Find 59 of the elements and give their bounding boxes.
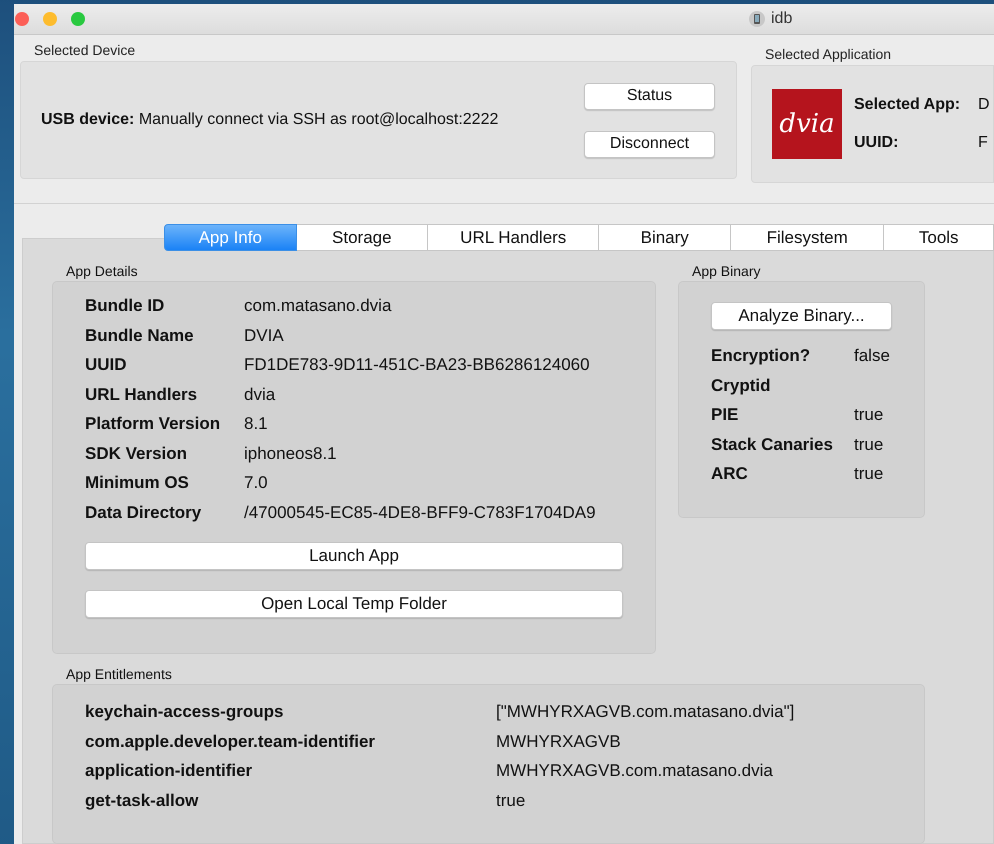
group-title: App Binary: [691, 262, 762, 281]
group-title: Selected Device: [33, 41, 136, 60]
field-label: SDK Version: [85, 442, 188, 464]
field-value: ["MWHYRXAGVB.com.matasano.dvia"]: [496, 701, 796, 722]
field-value: com.matasano.dvia: [244, 295, 392, 316]
group-title: App Entitlements: [65, 665, 173, 684]
field-value: true: [496, 790, 526, 811]
field-value: 8.1: [244, 413, 269, 434]
window-title: idb: [771, 10, 792, 28]
field-value: iphoneos8.1: [244, 442, 338, 464]
tab[interactable]: Storage: [296, 224, 428, 251]
tab[interactable]: Filesystem: [730, 224, 884, 251]
field-value: F: [978, 134, 989, 152]
device-button[interactable]: Disconnect: [584, 130, 715, 158]
tab[interactable]: Tools: [884, 224, 994, 251]
field-label: com.apple.developer.team-identifier: [85, 730, 376, 752]
field-label: Stack Canaries: [711, 434, 834, 455]
field-label: keychain-access-groups: [85, 701, 284, 722]
field-value: 7.0: [244, 472, 269, 494]
action-button[interactable]: Open Local Temp Folder: [85, 590, 623, 618]
group-title: Selected Application: [764, 45, 892, 64]
field-value: false: [854, 345, 891, 366]
field-value: D: [978, 96, 990, 114]
field-value: dvia: [244, 384, 276, 405]
field-label: Bundle ID: [85, 295, 166, 316]
field-value: MWHYRXAGVB: [496, 730, 622, 752]
close-icon[interactable]: [15, 12, 29, 26]
app-logo: dvia: [772, 89, 842, 160]
device-button[interactable]: Status: [584, 82, 715, 110]
field-label: Encryption?: [711, 345, 812, 366]
field-value: FD1DE783-9D11-451C-BA23-BB6286124060: [244, 354, 591, 376]
field-label: PIE: [711, 404, 740, 426]
field-label: ARC: [711, 463, 749, 484]
minimize-icon[interactable]: [43, 12, 57, 26]
field-label: get-task-allow: [85, 790, 200, 811]
field-value: true: [854, 463, 884, 484]
zoom-icon[interactable]: [71, 12, 85, 26]
field-label: application-identifier: [85, 760, 254, 782]
group-title: App Details: [65, 262, 139, 281]
field-label: Data Directory: [85, 502, 202, 523]
field-label: Cryptid: [711, 374, 772, 396]
field-label: Bundle Name: [85, 324, 195, 346]
tab[interactable]: Binary: [599, 224, 731, 251]
field-value: DVIA: [244, 324, 285, 346]
analyze-button[interactable]: Analyze Binary...: [711, 302, 892, 330]
tab[interactable]: URL Handlers: [428, 224, 600, 251]
phone-icon: [749, 11, 765, 28]
field-label: Minimum OS: [85, 472, 190, 494]
field-value: MWHYRXAGVB.com.matasano.dvia: [496, 760, 774, 782]
action-button[interactable]: Launch App: [85, 542, 623, 570]
device-description: USB device: Manually connect via SSH as root@localhost:2222: [41, 111, 500, 130]
field-value: true: [854, 404, 884, 426]
field-label: Selected App:: [854, 96, 962, 114]
field-label: Platform Version: [85, 413, 222, 434]
field-label: URL Handlers: [85, 384, 198, 405]
field-label: UUID:: [854, 134, 900, 152]
field-value: true: [854, 434, 884, 455]
field-value: /47000545-EC85-4DE8-BFF9-C783F1704DA9: [244, 502, 597, 523]
field-label: UUID: [85, 354, 128, 376]
